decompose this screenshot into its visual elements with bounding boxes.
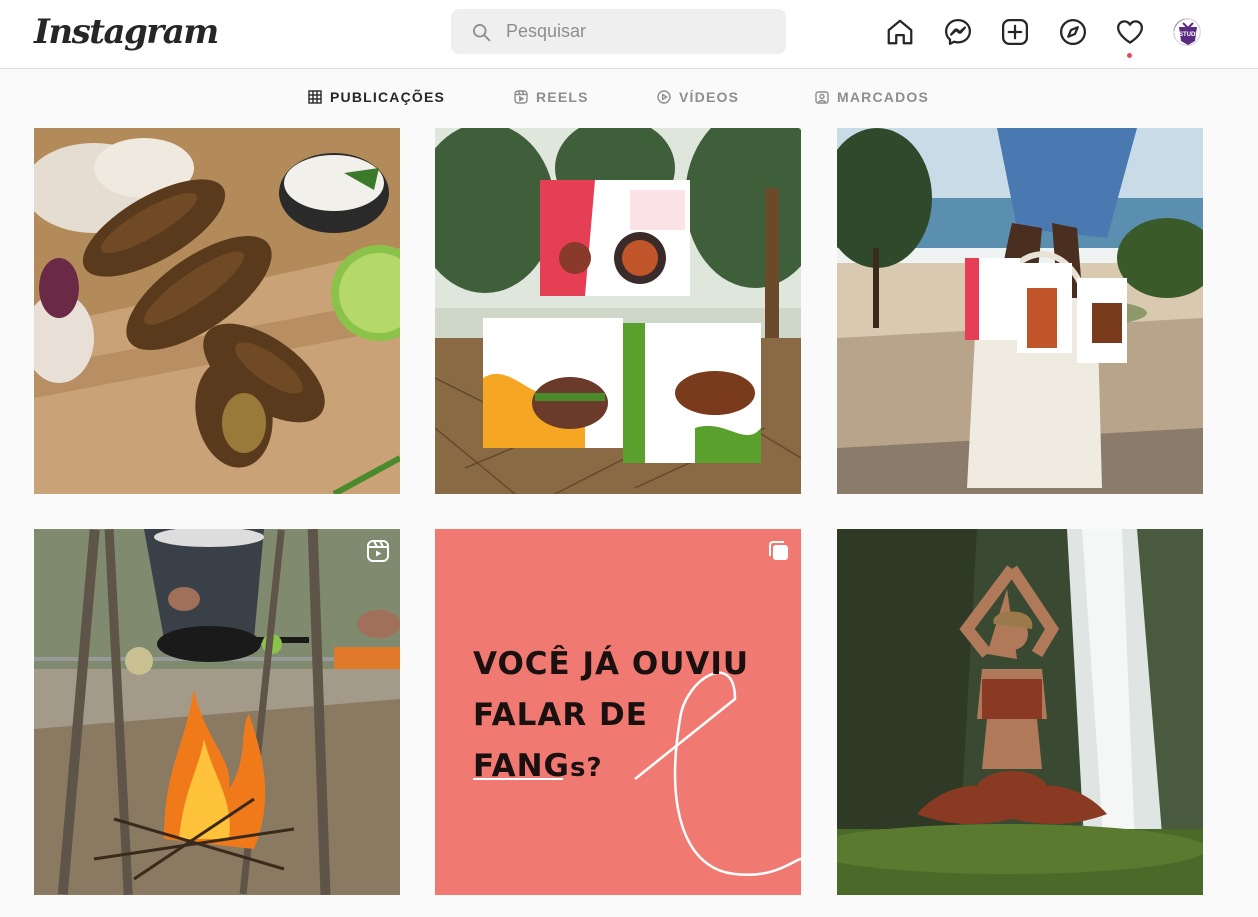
post-image-waterfall-yoga [837,529,1203,895]
overlay-line-3-main: FANG [473,748,570,784]
search-box[interactable] [451,9,786,54]
tab-label: VÍDEOS [679,89,740,105]
post-tile[interactable] [837,529,1203,895]
messenger-icon[interactable] [942,16,974,48]
post-tile[interactable] [34,128,400,494]
post-tile[interactable] [435,128,801,494]
search-icon [473,23,491,41]
carousel-icon [769,541,788,560]
post-image-beach-tote [837,128,1203,494]
notification-dot [1127,53,1132,58]
tab-label: REELS [536,89,589,105]
overlay-line-1: VOCÊ JÁ OUVIU [473,646,750,682]
tab-videos[interactable]: VÍDEOS [657,87,739,107]
overlay-line-3-suffix: s? [570,753,603,783]
tab-publicacoes[interactable]: PUBLICAÇÕES [308,87,445,107]
video-play-icon [657,90,671,104]
post-image-campfire [34,529,400,895]
reels-icon [367,540,389,562]
post-image-croquettes [34,128,400,494]
post-tile[interactable]: VOCÊ JÁ OUVIU FALAR DE FANGs? [435,529,801,895]
home-icon[interactable] [884,16,916,48]
avatar-text: STUDI [1179,32,1197,38]
post-overlay-text: VOCÊ JÁ OUVIU FALAR DE FANGs? [473,639,773,794]
tagged-icon [815,91,829,104]
profile-tabs: PUBLICAÇÕES REELS VÍDEOS MARCADOS [0,69,1258,127]
post-tile[interactable] [837,128,1203,494]
tab-label: MARCADOS [837,89,930,105]
grid-icon [308,90,322,104]
profile-avatar[interactable]: STUDI [1173,18,1201,46]
overlay-line-3: FANGs? [473,741,773,794]
new-post-icon[interactable] [999,16,1031,48]
post-image-product-boxes [435,128,801,494]
overlay-line-2: FALAR DE [473,697,648,733]
reels-icon [514,90,528,104]
explore-icon[interactable] [1057,16,1089,48]
top-navbar: Instagram STUDI [0,0,1258,69]
activity-heart-icon[interactable] [1114,16,1146,48]
post-tile[interactable] [34,529,400,895]
instagram-logo[interactable]: Instagram [34,10,219,54]
tab-label: PUBLICAÇÕES [330,89,446,105]
tab-reels[interactable]: REELS [514,87,589,107]
tab-marcados[interactable]: MARCADOS [815,87,929,107]
search-input[interactable] [506,21,746,42]
